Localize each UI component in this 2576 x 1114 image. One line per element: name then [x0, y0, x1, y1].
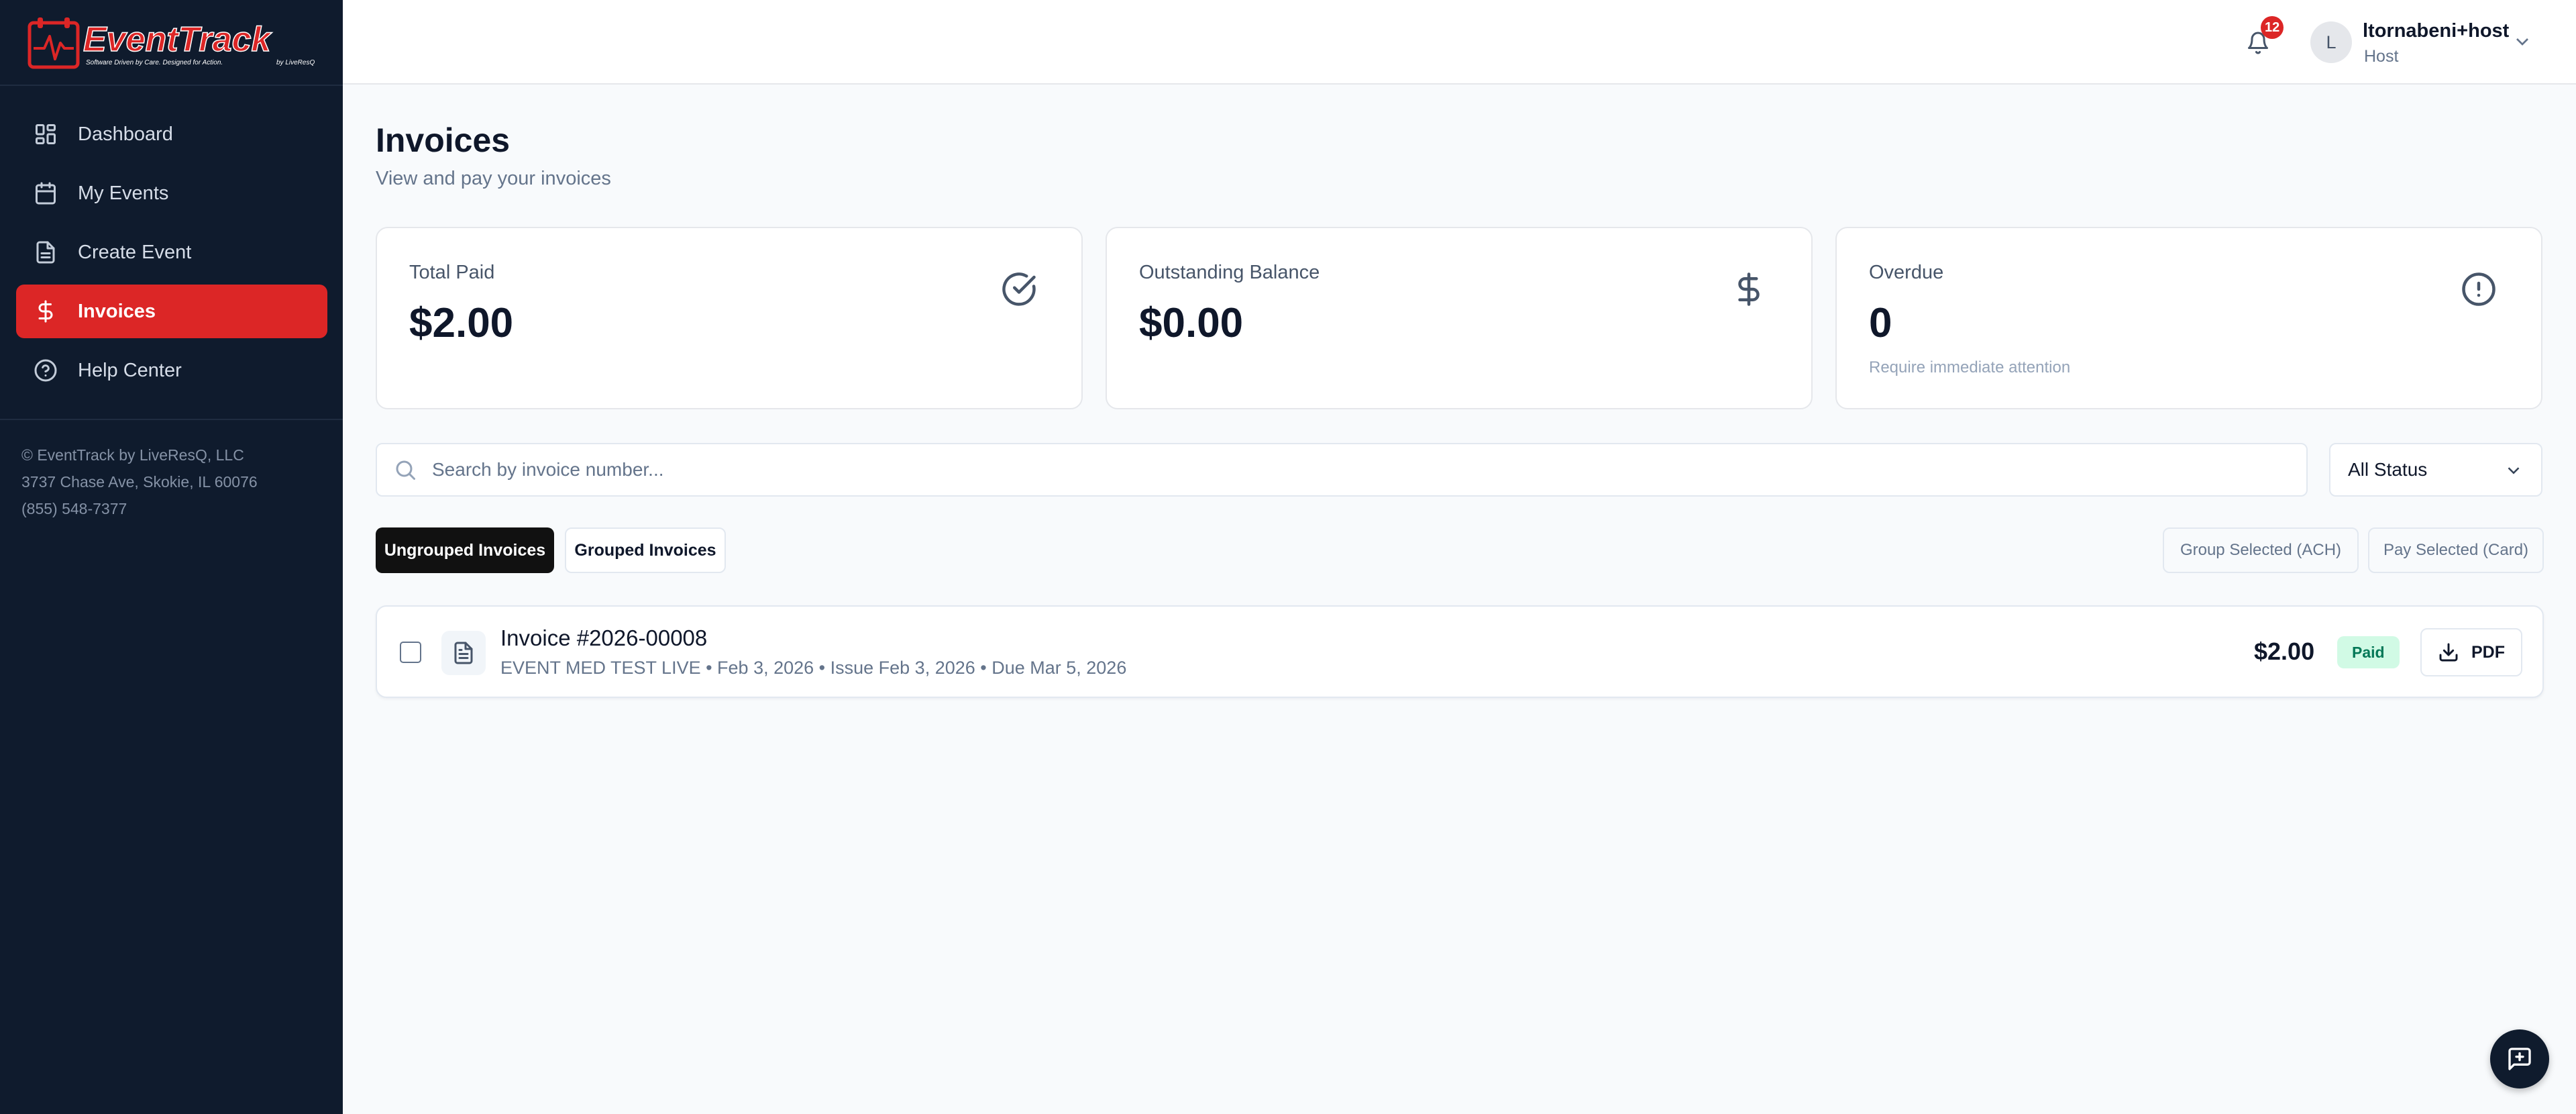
sidebar-item-label: Dashboard [78, 123, 173, 145]
stat-card-outstanding-balance: Outstanding Balance $0.00 [1106, 227, 1813, 409]
tab-grouped-invoices[interactable]: Grouped Invoices [565, 527, 726, 573]
svg-text:by LiveResQ: by LiveResQ [276, 59, 315, 66]
stat-value: $2.00 [409, 300, 514, 346]
check-circle-icon [1001, 271, 1037, 307]
invoice-row[interactable]: Invoice #2026-00008 EVENT MED TEST LIVE … [376, 605, 2544, 698]
footer-phone: (855) 548-7377 [21, 500, 127, 517]
grid-icon [34, 122, 58, 146]
invoice-amount: $2.00 [2254, 638, 2315, 665]
user-menu-chevron-down-icon[interactable] [2512, 31, 2533, 52]
download-pdf-button[interactable]: PDF [2420, 628, 2522, 676]
svg-text:EventTrack: EventTrack [83, 20, 273, 59]
dollar-icon [1731, 271, 1767, 307]
search-input[interactable] [432, 459, 2243, 480]
sidebar-item-label: Help Center [78, 359, 182, 381]
notification-count-badge: 12 [2261, 16, 2284, 39]
calendar-icon [34, 181, 58, 205]
stat-label: Outstanding Balance [1139, 262, 1320, 283]
stat-note: Require immediate attention [1869, 358, 2071, 376]
chat-support-button[interactable] [2490, 1029, 2549, 1088]
document-icon [34, 240, 58, 264]
sidebar-nav: Dashboard My Events Create Event Invoice… [16, 107, 327, 403]
alert-circle-icon [2461, 271, 2497, 307]
sidebar-item-my-events[interactable]: My Events [16, 166, 327, 220]
sidebar-item-dashboard[interactable]: Dashboard [16, 107, 327, 161]
tab-ungrouped-invoices[interactable]: Ungrouped Invoices [376, 527, 554, 573]
sidebar: EventTrack Software Driven by Care. Desi… [0, 0, 343, 1114]
user-name[interactable]: ltornabeni+host [2363, 20, 2509, 42]
stat-label: Total Paid [409, 262, 495, 283]
dollar-icon [34, 299, 58, 323]
status-filter-select[interactable]: All Status [2329, 443, 2542, 497]
stat-label: Overdue [1869, 262, 1944, 283]
status-badge: Paid [2337, 636, 2400, 668]
sidebar-divider [0, 419, 343, 420]
search-icon [393, 458, 417, 482]
sidebar-item-help-center[interactable]: Help Center [16, 344, 327, 397]
page-subtitle: View and pay your invoices [376, 168, 611, 189]
sidebar-item-label: My Events [78, 182, 169, 204]
sidebar-item-create-event[interactable]: Create Event [16, 225, 327, 279]
stat-value: $0.00 [1139, 300, 1244, 346]
chevron-down-icon [2504, 460, 2524, 480]
footer-company: © EventTrack by LiveResQ, LLC [21, 446, 244, 464]
sidebar-divider [0, 85, 343, 86]
status-filter-value: All Status [2348, 459, 2428, 480]
pdf-label: PDF [2471, 642, 2505, 662]
sidebar-footer: © EventTrack by LiveResQ, LLC 3737 Chase… [21, 442, 258, 522]
avatar[interactable]: L [2310, 21, 2352, 63]
search-box [376, 443, 2308, 497]
user-role: Host [2364, 47, 2399, 66]
page-title: Invoices [376, 121, 511, 159]
footer-address: 3737 Chase Ave, Skokie, IL 60076 [21, 473, 258, 491]
download-icon [2438, 642, 2459, 663]
pay-selected-card-button[interactable]: Pay Selected (Card) [2368, 527, 2544, 573]
sidebar-item-invoices[interactable]: Invoices [16, 285, 327, 338]
invoice-document-icon [441, 631, 486, 675]
svg-text:Software Driven by Care. Desig: Software Driven by Care. Designed for Ac… [86, 59, 223, 66]
group-selected-ach-button[interactable]: Group Selected (ACH) [2163, 527, 2359, 573]
chat-plus-icon [2508, 1048, 2531, 1070]
sidebar-item-label: Invoices [78, 300, 156, 322]
invoice-select-checkbox[interactable] [400, 642, 421, 663]
invoice-meta: EVENT MED TEST LIVE • Feb 3, 2026 • Issu… [500, 658, 1127, 678]
top-bar [343, 0, 2576, 85]
sidebar-item-label: Create Event [78, 241, 192, 263]
stat-card-overdue: Overdue 0 Require immediate attention [1835, 227, 2542, 409]
stat-card-total-paid: Total Paid $2.00 [376, 227, 1083, 409]
help-circle-icon [34, 358, 58, 383]
eventtrack-logo[interactable]: EventTrack Software Driven by Care. Desi… [27, 16, 317, 72]
stat-value: 0 [1869, 300, 1892, 346]
invoice-number[interactable]: Invoice #2026-00008 [500, 625, 707, 651]
